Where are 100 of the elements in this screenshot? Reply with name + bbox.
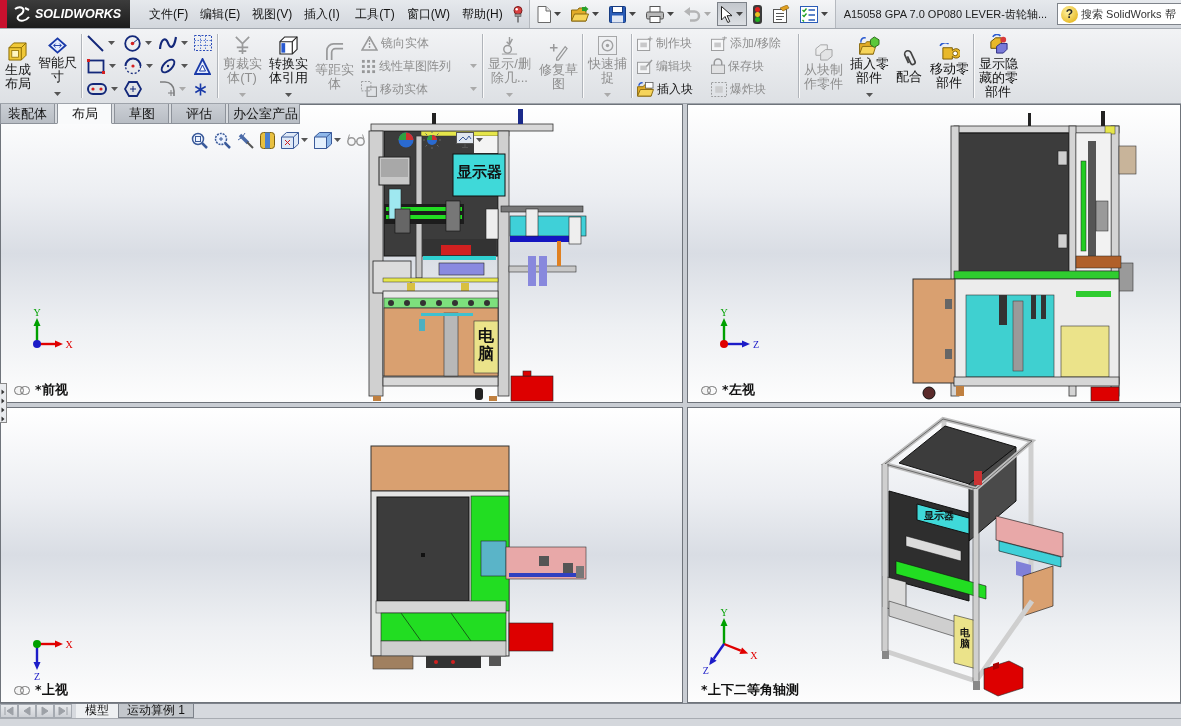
panel-label: 电脑: [478, 327, 494, 363]
viewport[interactable]: 显示器 电脑 Y X Z *上下二等角轴测: [687, 407, 1181, 703]
sketch-tool-button[interactable]: [121, 32, 155, 54]
sketch-tool-button[interactable]: [121, 78, 145, 100]
panel-label: 电脑: [960, 627, 970, 649]
view-toolbar-button[interactable]: [236, 131, 255, 149]
sketch-tool-button[interactable]: [191, 32, 215, 54]
part-icon: [938, 42, 960, 60]
storage-box: [510, 370, 554, 402]
bottom-tab[interactable]: 模型: [76, 704, 118, 718]
arc-icon: [124, 57, 142, 75]
folder-icon: [637, 81, 654, 97]
caret-icon: [628, 12, 636, 16]
ribbon-tab[interactable]: 布局: [57, 104, 112, 124]
axis-label: Z: [33, 670, 41, 682]
menu-item[interactable]: 帮助(H): [456, 3, 509, 25]
folder-icon: [858, 35, 880, 55]
magnifier-icon: [214, 131, 231, 149]
menu-item[interactable]: 文件(F): [143, 3, 195, 25]
glasses-icon: [347, 134, 365, 146]
caret-icon: [334, 138, 341, 142]
caret-icon: [181, 64, 188, 68]
dot-grid-icon: [361, 58, 376, 74]
view-toolbar-button[interactable]: [190, 131, 209, 149]
wand-icon: [237, 131, 254, 149]
caret-icon: [238, 92, 246, 97]
view-label: *左视: [722, 382, 755, 399]
panel-label: 显示器: [455, 164, 503, 181]
ribbon-button[interactable]: 显示隐藏的零部件: [976, 30, 1020, 102]
ribbon-button[interactable]: 配合: [893, 30, 925, 102]
sketch-tool-button[interactable]: [84, 32, 118, 54]
menu-item[interactable]: 视图(V): [246, 3, 299, 25]
help-icon: ?: [1061, 5, 1078, 23]
axis-label: Z: [752, 338, 760, 350]
ribbon-tab[interactable]: 办公室产品: [228, 104, 300, 124]
ribbon-button[interactable]: 插入块: [634, 77, 706, 101]
cursor-icon: [720, 5, 733, 23]
asterisk-icon: [194, 82, 207, 96]
triangle-icon: [194, 57, 211, 75]
ribbon-button[interactable]: 智能尺寸: [35, 30, 79, 102]
paperclip-icon: [901, 48, 917, 68]
view-toolbar-button[interactable]: [422, 131, 442, 149]
blocks-icon: [813, 41, 833, 61]
ribbon-button[interactable]: 生成布局: [2, 30, 33, 102]
mast: [518, 109, 523, 124]
menu-item[interactable]: 工具(T): [349, 3, 401, 25]
bottom-tab[interactable]: 运动算例 1: [118, 704, 194, 718]
lock-icon: [711, 58, 725, 74]
target-icon: [597, 35, 617, 55]
ribbon-button[interactable]: 移动零部件: [927, 30, 971, 102]
caret-icon: [470, 64, 477, 68]
caret-icon: [506, 92, 513, 97]
viewport[interactable]: X Z *上视: [0, 407, 683, 703]
ribbon-button[interactable]: 转换实体引用: [266, 30, 310, 102]
panel-toggle-button[interactable]: [0, 383, 7, 423]
view-toolbar-button[interactable]: [280, 131, 309, 149]
ribbon-tab[interactable]: 草图: [114, 104, 169, 124]
menu-item[interactable]: 编辑(E): [194, 3, 247, 25]
caret-icon: [603, 92, 611, 97]
right-arrow-icon: [40, 706, 50, 716]
ribbon-tab[interactable]: 评估: [171, 104, 226, 124]
undo-icon: [683, 6, 701, 22]
ribbon-tab[interactable]: 装配体: [0, 104, 55, 124]
view-toolbar-button[interactable]: [313, 131, 342, 149]
axis-label: Y: [720, 606, 728, 618]
view-toolbar-button[interactable]: [259, 131, 276, 149]
logo-icon: [13, 6, 31, 22]
checklist-icon: [799, 5, 818, 23]
caret-icon: [470, 87, 477, 91]
sphere-icon: [398, 132, 414, 148]
line-icon: [87, 34, 104, 52]
viewport[interactable]: Y Z *左视: [687, 104, 1181, 403]
cube-icon: [278, 35, 298, 55]
view-label: *上视: [35, 682, 68, 699]
view-toolbar-button[interactable]: [455, 132, 484, 148]
caret-icon: [735, 12, 743, 16]
ribbon-button[interactable]: 插入零部件: [847, 30, 891, 102]
view-label: *上下二等角轴测: [701, 682, 799, 699]
trim-icon: [232, 35, 252, 55]
axis-label: X: [65, 638, 73, 650]
monitor-icon: [456, 132, 474, 148]
last-arrow-icon: [58, 706, 68, 716]
menu-item[interactable]: 窗口(W): [400, 3, 456, 25]
sketch-tool-button[interactable]: [191, 55, 214, 77]
view-toolbar-button[interactable]: [213, 131, 232, 149]
caret-icon: [108, 41, 115, 45]
caret-icon: [820, 12, 828, 16]
block-icon: [637, 58, 653, 74]
caret-icon: [703, 12, 711, 16]
folder-icon: [570, 6, 589, 22]
fillet-icon: [159, 81, 175, 97]
search-field[interactable]: ? 搜索 SolidWorks 帮: [1057, 3, 1181, 25]
hexagon-icon: [124, 81, 142, 97]
toolbar-button[interactable]: [716, 2, 747, 26]
view-label: *前视: [35, 382, 68, 399]
menu-item[interactable]: 插入(I): [298, 3, 350, 25]
components-icon: [987, 33, 1009, 55]
pin-button[interactable]: [510, 4, 525, 24]
frame-icon: [8, 41, 27, 61]
control-screen: [378, 156, 411, 186]
